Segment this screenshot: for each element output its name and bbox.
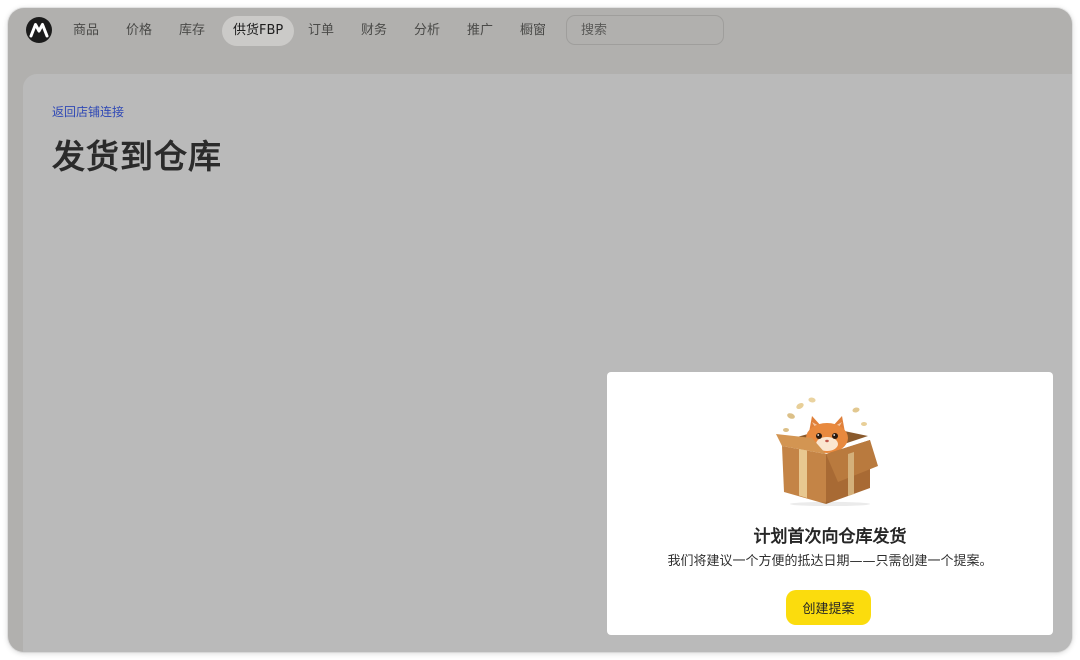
card-description: 我们将建议一个方便的抵达日期——只需创建一个提案。 xyxy=(667,554,993,569)
cat-in-box-illustration xyxy=(776,397,878,506)
nav-item-showcase[interactable]: 橱窗 xyxy=(520,16,546,46)
page-title: 发货到仓库 xyxy=(52,137,222,176)
card-title: 计划首次向仓库发货 xyxy=(753,527,907,547)
nav-item-orders[interactable]: 订单 xyxy=(308,16,334,46)
onboarding-card: 计划首次向仓库发货 我们将建议一个方便的抵达日期——只需创建一个提案。 创建提案 xyxy=(607,372,1053,635)
nav-item-prices[interactable]: 价格 xyxy=(126,16,152,46)
search-input[interactable] xyxy=(566,15,724,45)
nav-item-products[interactable]: 商品 xyxy=(73,16,99,46)
app-window: 商品 价格 库存 供货FBP 订单 财务 分析 推广 橱窗 返回店铺连接 发货到… xyxy=(8,8,1072,652)
top-navigation: 商品 价格 库存 供货FBP 订单 财务 分析 推广 橱窗 xyxy=(8,8,1072,56)
brand-logo-icon[interactable] xyxy=(26,17,52,43)
nav-item-finance[interactable]: 财务 xyxy=(361,16,387,46)
back-to-store-link[interactable]: 返回店铺连接 xyxy=(52,103,124,120)
nav-item-promotion[interactable]: 推广 xyxy=(467,16,493,46)
nav-item-supply-fbp[interactable]: 供货FBP xyxy=(222,16,295,46)
nav-item-analytics[interactable]: 分析 xyxy=(414,16,440,46)
create-proposal-button[interactable]: 创建提案 xyxy=(786,590,871,625)
nav-item-inventory[interactable]: 库存 xyxy=(179,16,205,46)
